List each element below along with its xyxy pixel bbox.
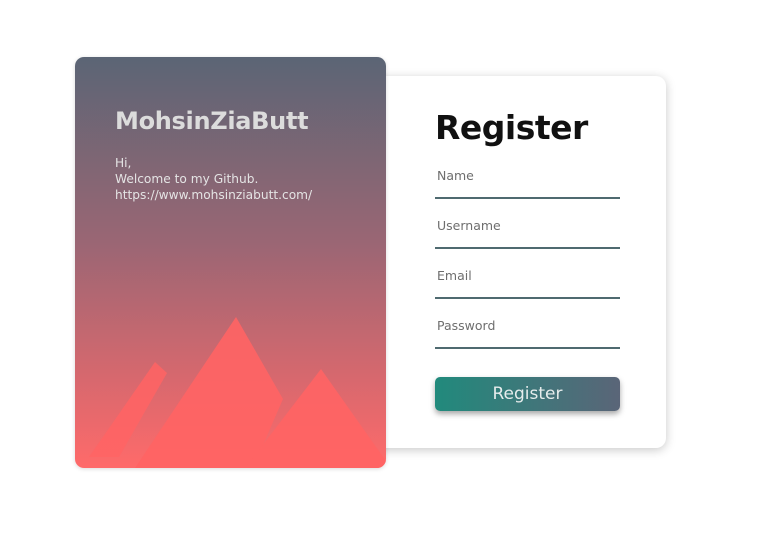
name-input[interactable]: [435, 163, 620, 199]
name-field: [435, 163, 620, 199]
email-input[interactable]: [435, 263, 620, 299]
register-button[interactable]: Register: [435, 377, 620, 411]
info-panel: MohsinZiaButt Hi, Welcome to my Github. …: [75, 57, 386, 468]
email-field: [435, 263, 620, 299]
username-input[interactable]: [435, 213, 620, 249]
mountains-icon: [89, 317, 386, 468]
form-title: Register: [435, 108, 588, 147]
password-field: [435, 313, 620, 349]
username-field: [435, 213, 620, 249]
register-page: Register Register MohsinZiaButt Hi, Welc…: [0, 0, 757, 537]
mountain-center: [135, 317, 283, 468]
register-form-card: Register Register: [372, 76, 666, 448]
password-input[interactable]: [435, 313, 620, 349]
